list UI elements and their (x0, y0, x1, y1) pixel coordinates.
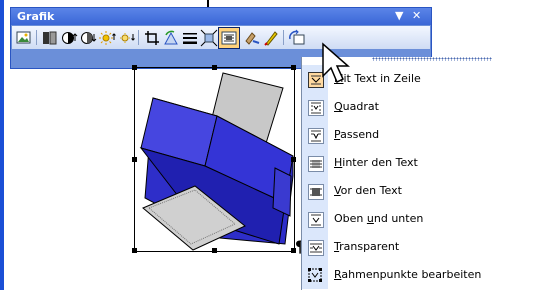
toolbar-close-icon[interactable]: ✕ (412, 9, 421, 22)
square-wrap-icon (308, 100, 324, 116)
resize-handle[interactable] (132, 65, 137, 70)
rotate-left-button[interactable] (162, 29, 180, 47)
reset-picture-button[interactable] (288, 29, 306, 47)
document-page (0, 0, 533, 4)
menu-item-top-and-bottom[interactable]: Oben und unten (302, 205, 533, 233)
through-wrap-icon (308, 240, 324, 256)
toolbar-title: Grafik (17, 10, 55, 23)
crop-icon (145, 31, 159, 45)
menu-item-label: Rahmenpunkte bearbeiten (334, 268, 482, 281)
printer-image (139, 72, 294, 251)
menu-item-label: Oben und unten (334, 212, 424, 225)
menu-item-through[interactable]: Transparent (302, 233, 533, 261)
less-contrast-button[interactable] (79, 29, 97, 47)
color-button[interactable] (41, 29, 59, 47)
tight-wrap-icon (308, 128, 324, 144)
more-contrast-icon (62, 32, 78, 44)
toolbar-separator (283, 30, 284, 45)
menu-drag-grip[interactable] (372, 57, 492, 61)
insert-picture-button[interactable] (15, 29, 33, 47)
rotate-left-icon (164, 30, 178, 45)
reset-picture-icon (289, 29, 305, 45)
behind-text-icon (308, 156, 324, 172)
mouse-pointer-icon (322, 42, 350, 84)
text-wrapping-icon (221, 31, 237, 45)
more-contrast-button[interactable] (60, 29, 78, 47)
menu-item-label: Quadrat (334, 100, 379, 113)
menu-item-tight[interactable]: Passend (302, 121, 533, 149)
text-wrapping-menu: Mit Text in Zeile Quadrat Passend Hinter… (301, 57, 533, 290)
line-style-icon (183, 33, 197, 44)
insert-picture-icon (16, 31, 31, 44)
toolbar-title-bar[interactable]: Grafik ▼ ✕ (11, 8, 431, 25)
resize-handle[interactable] (212, 248, 217, 253)
in-front-of-text-icon (308, 184, 324, 200)
resize-handle[interactable] (132, 157, 137, 162)
edit-wrap-points-icon (308, 268, 322, 282)
more-brightness-button[interactable] (98, 29, 116, 47)
resize-handle[interactable] (212, 65, 217, 70)
compress-pictures-button[interactable] (200, 29, 218, 47)
toolbar-options-icon[interactable]: ▼ (395, 9, 403, 22)
set-transparent-color-button[interactable] (262, 29, 280, 47)
less-brightness-button[interactable] (117, 29, 135, 47)
more-brightness-icon (99, 31, 116, 45)
menu-item-square[interactable]: Quadrat (302, 93, 533, 121)
menu-item-behind-text[interactable]: Hinter den Text (302, 149, 533, 177)
selected-picture[interactable] (132, 65, 296, 253)
compress-pictures-icon (200, 29, 218, 47)
menu-item-in-front-of-text[interactable]: Vor den Text (302, 177, 533, 205)
format-picture-button[interactable] (243, 29, 261, 47)
window-border (0, 0, 4, 290)
text-wrapping-button[interactable] (218, 27, 240, 49)
line-style-button[interactable] (181, 29, 199, 47)
toolbar-separator (138, 30, 139, 45)
menu-item-label: Hinter den Text (334, 156, 418, 169)
top-and-bottom-icon (308, 212, 324, 228)
toolbar-separator (36, 30, 37, 45)
menu-item-edit-wrap-points[interactable]: Rahmenpunkte bearbeiten (302, 261, 533, 289)
set-transparent-color-icon (264, 31, 278, 46)
menu-item-label: Transparent (334, 240, 400, 253)
toolbar-buttons-row (12, 26, 430, 49)
resize-handle[interactable] (132, 248, 137, 253)
color-icon (43, 31, 57, 45)
menu-item-label: Passend (334, 128, 380, 141)
crop-button[interactable] (143, 29, 161, 47)
less-brightness-icon (120, 33, 135, 43)
resize-handle[interactable] (291, 157, 296, 162)
menu-item-label: Vor den Text (334, 184, 402, 197)
resize-handle[interactable] (291, 65, 296, 70)
format-picture-icon (245, 32, 260, 45)
less-contrast-icon (81, 32, 97, 44)
